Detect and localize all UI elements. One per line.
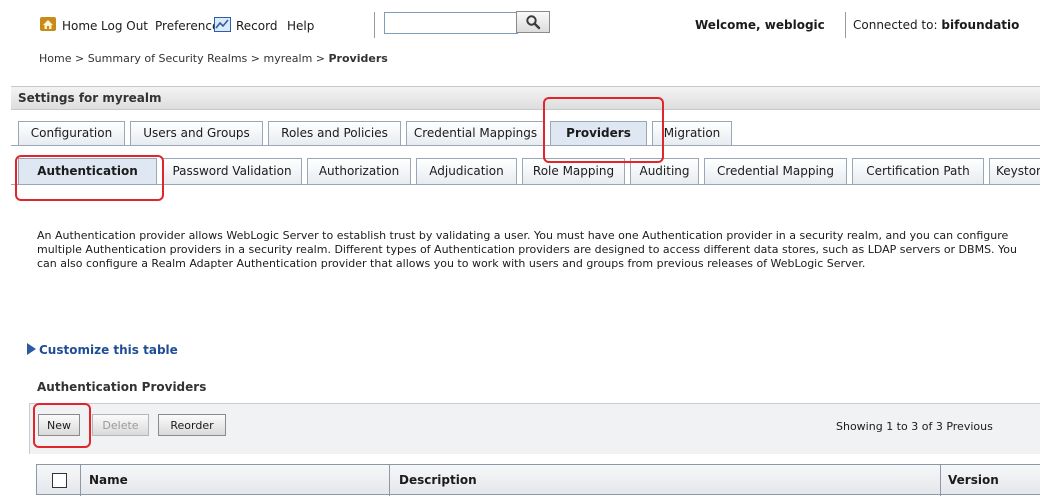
connected-domain: bifoundatio (941, 18, 1020, 32)
settings-header: Settings for myrealm (11, 86, 1040, 110)
column-version[interactable]: Version (948, 473, 999, 487)
subtab-adjudication[interactable]: Adjudication (416, 158, 517, 184)
breadcrumb-current: Providers (328, 52, 388, 65)
showing-count: Showing 1 to 3 of 3 (836, 420, 943, 433)
select-all-checkbox[interactable] (52, 473, 67, 488)
subtab-auditing[interactable]: Auditing (630, 158, 699, 184)
home-icon[interactable] (39, 16, 57, 32)
pagination-status: Showing 1 to 3 of 3 Previous (836, 420, 993, 433)
search-input[interactable] (384, 12, 518, 34)
authentication-description: An Authentication provider allows WebLog… (37, 229, 1018, 270)
record-icon[interactable] (214, 17, 231, 32)
column-separator (80, 465, 81, 496)
subtab-certification-path[interactable]: Certification Path (852, 158, 984, 184)
subtab-role-mapping[interactable]: Role Mapping (522, 158, 625, 184)
table-title: Authentication Providers (37, 380, 207, 394)
column-separator (940, 465, 941, 496)
search-icon (526, 15, 541, 30)
customize-table-link[interactable]: Customize this table (27, 343, 178, 357)
connected-to: Connected to: bifoundatio (853, 18, 1019, 32)
breadcrumb-home[interactable]: Home > (39, 52, 84, 65)
subtab-keystores[interactable]: Keystores (989, 158, 1040, 184)
new-button[interactable]: New (38, 414, 80, 436)
nav-separator (374, 12, 375, 38)
help-link[interactable]: Help (287, 19, 314, 33)
subtab-authorization[interactable]: Authorization (307, 158, 411, 184)
home-link[interactable]: Home (62, 19, 97, 33)
tab-migration[interactable]: Migration (652, 121, 732, 145)
tab-roles-and-policies[interactable]: Roles and Policies (268, 121, 401, 145)
search-button[interactable] (516, 11, 550, 33)
top-navigation-bar: Home Log Out Preferences Record Help Wel… (0, 0, 1040, 46)
sub-tabs-divider (11, 184, 1040, 185)
column-separator (389, 465, 390, 496)
main-tabs-divider (11, 145, 1040, 146)
breadcrumb-security-realms[interactable]: Summary of Security Realms > (88, 52, 260, 65)
expand-triangle-icon (27, 343, 36, 355)
welcome-separator (845, 12, 846, 38)
column-name[interactable]: Name (89, 473, 128, 487)
subtab-authentication[interactable]: Authentication (18, 158, 157, 184)
reorder-button[interactable]: Reorder (158, 414, 226, 436)
settings-title: Settings for myrealm (18, 91, 162, 105)
breadcrumb: Home > Summary of Security Realms > myre… (39, 52, 388, 65)
record-link[interactable]: Record (236, 19, 277, 33)
subtab-password-validation[interactable]: Password Validation (162, 158, 302, 184)
delete-button: Delete (92, 414, 149, 436)
column-description[interactable]: Description (399, 473, 477, 487)
tab-users-and-groups[interactable]: Users and Groups (130, 121, 263, 145)
connected-label: Connected to: (853, 18, 938, 32)
subtab-credential-mapping[interactable]: Credential Mapping (704, 158, 847, 184)
customize-label: Customize this table (39, 343, 178, 357)
breadcrumb-myrealm[interactable]: myrealm > (264, 52, 326, 65)
table-header: Name Description Version (36, 464, 1040, 496)
welcome-text: Welcome, weblogic (695, 18, 825, 32)
tab-credential-mappings[interactable]: Credential Mappings (406, 121, 545, 145)
tab-providers[interactable]: Providers (550, 121, 647, 145)
tab-configuration[interactable]: Configuration (18, 121, 125, 145)
previous-link[interactable]: Previous (946, 420, 993, 433)
logout-link[interactable]: Log Out (101, 19, 148, 33)
